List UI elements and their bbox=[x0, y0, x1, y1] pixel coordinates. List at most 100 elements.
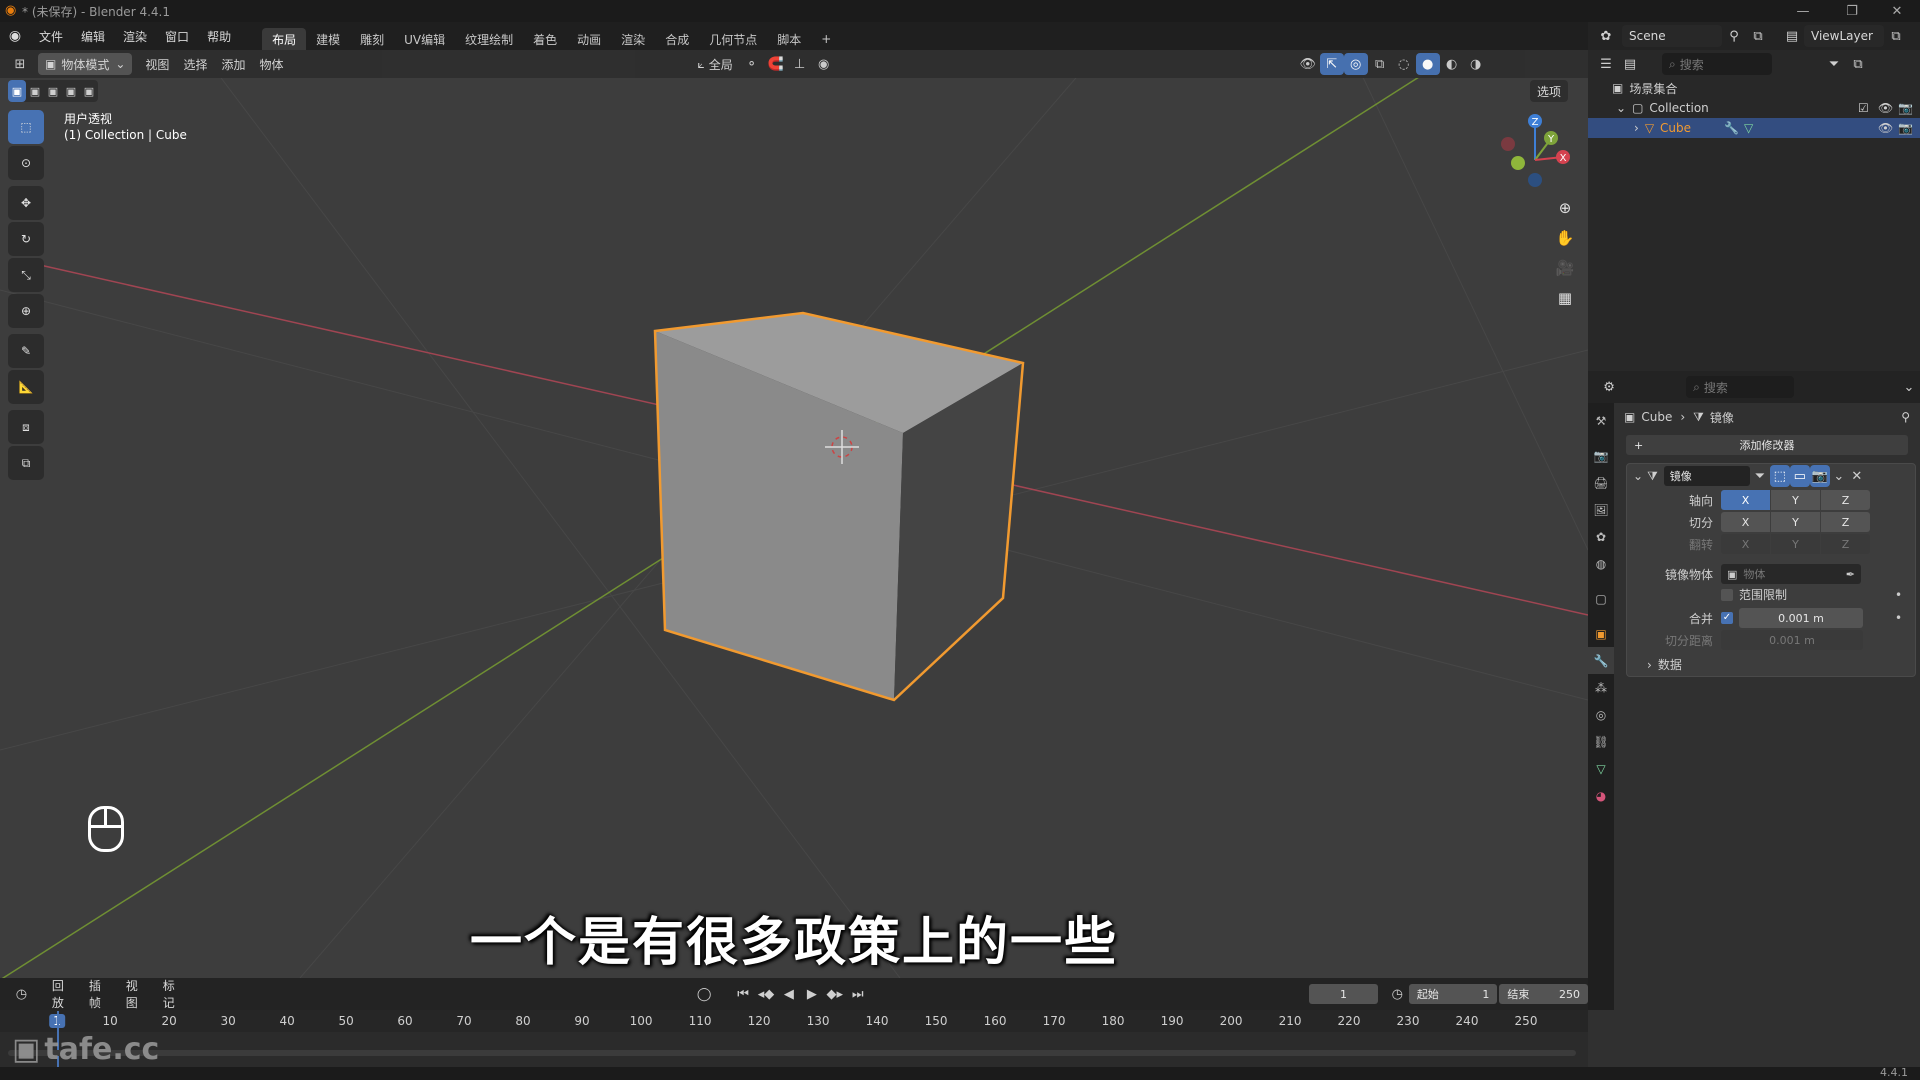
chevron-down-icon[interactable]: ⌄ bbox=[1898, 376, 1920, 398]
pin-icon[interactable]: ⚲ bbox=[1722, 25, 1746, 47]
tab-uv-editing[interactable]: UV编辑 bbox=[394, 28, 455, 50]
play-icon[interactable]: ▶ bbox=[800, 983, 823, 1005]
merge-checkbox[interactable]: ✓ bbox=[1721, 612, 1733, 624]
overlay-toggle-icon[interactable]: ◎ bbox=[1343, 53, 1368, 75]
snap-icon[interactable]: 🧲 bbox=[764, 53, 788, 75]
tab-texture-paint[interactable]: 纹理绘制 bbox=[455, 28, 523, 50]
jump-keyframe-forward-icon[interactable]: ◆▸ bbox=[823, 983, 846, 1005]
timeline-scrollbar[interactable] bbox=[8, 1050, 1576, 1056]
select-subtract-icon[interactable]: ▣ bbox=[44, 80, 62, 102]
view-layer-field[interactable]: ViewLayer bbox=[1804, 25, 1884, 47]
axis-z-toggle[interactable]: Z bbox=[1821, 490, 1870, 510]
3d-viewport[interactable]: Z Y X 用户透视 (1) Collection | Cube ⊕ ✋ 🎥 ▦ bbox=[0, 50, 1588, 978]
proportional-edit-icon[interactable]: ◉ bbox=[812, 53, 836, 75]
transform-tool-icon[interactable]: ⊕ bbox=[8, 294, 44, 328]
modifier-wrench-icon[interactable]: 🔧 bbox=[1724, 121, 1739, 135]
start-frame-field[interactable]: 起始 1 bbox=[1408, 984, 1498, 1004]
chevron-down-icon[interactable]: ⌄ bbox=[1830, 465, 1848, 487]
ortho-grid-icon[interactable]: ▦ bbox=[1551, 284, 1579, 312]
select-invert-icon[interactable]: ▣ bbox=[62, 80, 80, 102]
chevron-down-icon[interactable]: ⌄ bbox=[1633, 469, 1643, 483]
editor-type-icon[interactable]: ⊞ bbox=[8, 53, 32, 75]
physics-tab-icon[interactable]: ◎ bbox=[1588, 701, 1614, 728]
chevron-down-icon[interactable]: ⌄ bbox=[1616, 101, 1626, 115]
jump-start-icon[interactable]: ⏮ bbox=[732, 983, 755, 1005]
filter-icon[interactable]: ⏷ bbox=[1822, 53, 1846, 75]
material-tab-icon[interactable]: ◕ bbox=[1588, 782, 1614, 809]
tab-shading[interactable]: 着色 bbox=[523, 28, 567, 50]
new-view-layer-icon[interactable]: ⧉ bbox=[1884, 25, 1908, 47]
keyframe-dot-icon[interactable]: • bbox=[1895, 611, 1902, 625]
add-cube-tool-icon[interactable]: ⧈ bbox=[8, 410, 44, 444]
world-tab-icon[interactable]: ◍ bbox=[1588, 550, 1614, 577]
menu-select[interactable]: 选择 bbox=[176, 53, 214, 75]
wireframe-shading-icon[interactable]: ◌ bbox=[1392, 53, 1416, 75]
bisect-z-toggle[interactable]: Z bbox=[1821, 512, 1870, 532]
new-scene-icon[interactable]: ⧉ bbox=[1746, 25, 1770, 47]
viewport-options-button[interactable]: 选项 bbox=[1530, 80, 1569, 102]
camera-view-icon[interactable]: 🎥 bbox=[1551, 254, 1579, 282]
menu-help[interactable]: 帮助 bbox=[198, 22, 240, 50]
tool-tab-icon[interactable]: ⚒ bbox=[1588, 407, 1614, 434]
eye-icon[interactable]: 👁 bbox=[1878, 121, 1893, 135]
edit-mode-cage-icon[interactable]: ⏷ bbox=[1750, 465, 1770, 487]
properties-search-input[interactable]: ⌕ 搜索 bbox=[1686, 376, 1794, 398]
menu-file[interactable]: 文件 bbox=[30, 22, 72, 50]
menu-edit[interactable]: 编辑 bbox=[72, 22, 114, 50]
tab-animation[interactable]: 动画 bbox=[567, 28, 611, 50]
new-collection-icon[interactable]: ⧉ bbox=[1846, 53, 1870, 75]
eyedropper-icon[interactable]: ✒ bbox=[1846, 568, 1855, 581]
pan-hand-icon[interactable]: ✋ bbox=[1551, 224, 1579, 252]
timeline-editor-icon[interactable]: ◷ bbox=[10, 983, 33, 1005]
add-workspace-button[interactable]: + bbox=[811, 28, 841, 50]
tab-rendering[interactable]: 渲染 bbox=[611, 28, 655, 50]
jump-end-icon[interactable]: ⏭ bbox=[846, 983, 869, 1005]
tab-compositing[interactable]: 合成 bbox=[655, 28, 699, 50]
axis-y-toggle[interactable]: Y bbox=[1771, 490, 1820, 510]
close-icon[interactable]: ✕ bbox=[1880, 0, 1914, 22]
tab-geometry-nodes[interactable]: 几何节点 bbox=[699, 28, 767, 50]
bisect-y-toggle[interactable]: Y bbox=[1771, 512, 1820, 532]
move-tool-icon[interactable]: ✥ bbox=[8, 186, 44, 220]
tab-layout[interactable]: 布局 bbox=[262, 28, 307, 50]
modifier-tab-icon[interactable]: 🔧 bbox=[1588, 647, 1614, 674]
current-frame-field[interactable]: 1 bbox=[1309, 984, 1378, 1004]
menu-render[interactable]: 渲染 bbox=[114, 22, 156, 50]
auto-keying-icon[interactable]: ◯ bbox=[693, 983, 716, 1005]
object-tab-icon[interactable]: ▣ bbox=[1588, 620, 1614, 647]
xray-icon[interactable]: ⧉ bbox=[1368, 53, 1392, 75]
render-display-icon[interactable]: 📷 bbox=[1809, 465, 1830, 487]
maximize-icon[interactable]: ❐ bbox=[1835, 0, 1869, 22]
scene-name-field[interactable]: Scene bbox=[1622, 25, 1722, 47]
menu-playback[interactable]: 回放 bbox=[45, 979, 82, 1010]
tab-scripting[interactable]: 脚本 bbox=[767, 28, 811, 50]
transform-orientation-selector[interactable]: ⟀ 全局 bbox=[690, 53, 739, 75]
edit-mode-icon[interactable]: ⬚ bbox=[1769, 465, 1790, 487]
tab-sculpting[interactable]: 雕刻 bbox=[350, 28, 394, 50]
annotate-tool-icon[interactable]: ✎ bbox=[8, 334, 44, 368]
play-reverse-icon[interactable]: ◀ bbox=[777, 983, 800, 1005]
clipping-checkbox[interactable] bbox=[1721, 588, 1733, 601]
outliner-editor-icon[interactable]: ☰ bbox=[1594, 53, 1618, 75]
mirror-object-field[interactable]: ▣ 物体 ✒ bbox=[1721, 564, 1861, 584]
timeline-area[interactable]: 1 10 20 30 40 50 60 70 80 90 100 110 120 130 140 150 160… bbox=[0, 1010, 1588, 1067]
material-shading-icon[interactable]: ◐ bbox=[1440, 53, 1464, 75]
scale-tool-icon[interactable]: ⤡ bbox=[8, 258, 44, 292]
solid-shading-icon[interactable]: ● bbox=[1415, 53, 1440, 75]
constraints-tab-icon[interactable]: ⛓ bbox=[1588, 728, 1614, 755]
menu-view[interactable]: 视图 bbox=[138, 53, 176, 75]
exclude-checkbox-icon[interactable]: ☑ bbox=[1858, 101, 1869, 115]
remove-modifier-icon[interactable]: ✕ bbox=[1848, 465, 1866, 487]
outliner-cube[interactable]: › ▽ Cube 🔧 ▽ 👁 📷 bbox=[1588, 118, 1920, 138]
bisect-x-toggle[interactable]: X bbox=[1721, 512, 1770, 532]
add-modifier-button[interactable]: + 添加修改器 bbox=[1626, 435, 1908, 455]
select-box-tool-icon[interactable]: ⬚ bbox=[8, 110, 44, 144]
menu-add[interactable]: 添加 bbox=[214, 53, 252, 75]
outliner-search-input[interactable]: ⌕ 搜索 bbox=[1662, 53, 1772, 75]
particles-tab-icon[interactable]: ⁂ bbox=[1588, 674, 1614, 701]
properties-editor-icon[interactable]: ⚙ bbox=[1598, 376, 1620, 398]
flip-z-toggle[interactable]: Z bbox=[1821, 534, 1870, 554]
pivot-point-icon[interactable]: ⚬ bbox=[740, 53, 764, 75]
data-tab-icon[interactable]: ▽ bbox=[1588, 755, 1614, 782]
mesh-data-icon[interactable]: ▽ bbox=[1744, 121, 1753, 135]
